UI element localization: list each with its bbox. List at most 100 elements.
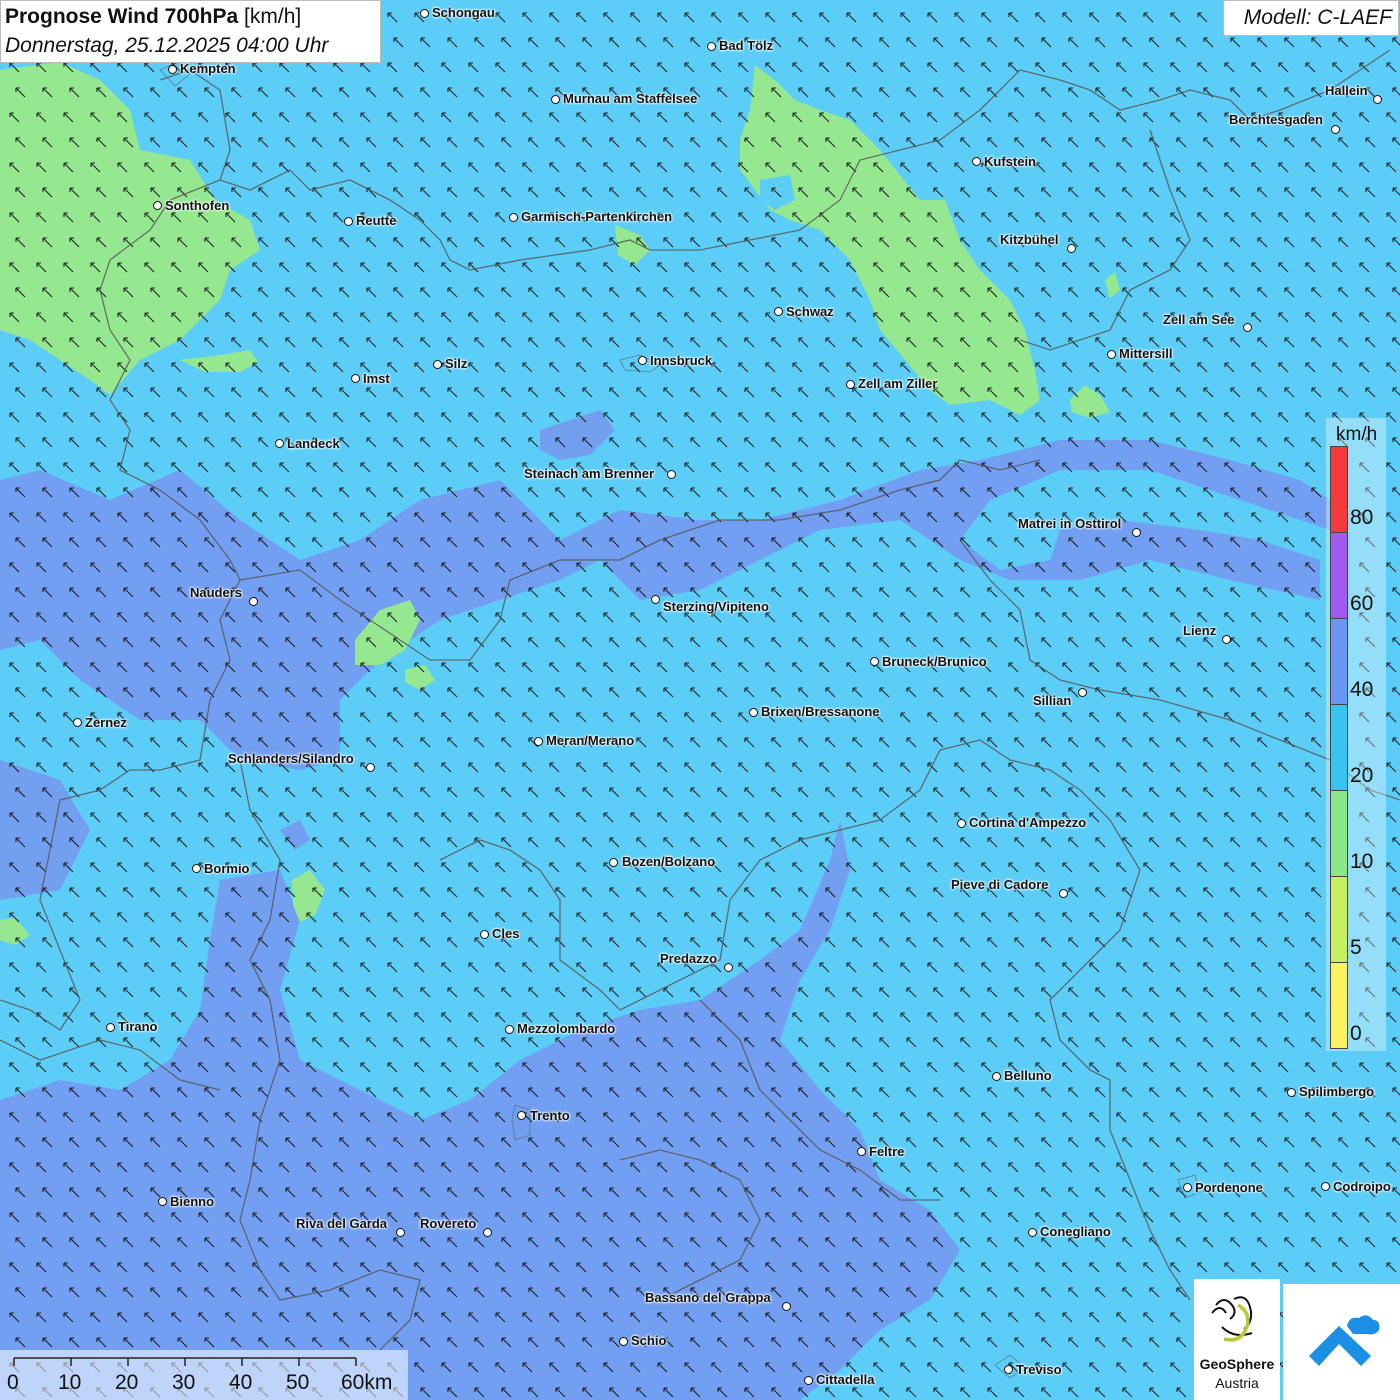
city-label: Schwaz (786, 304, 834, 319)
partner-logo[interactable] (1283, 1284, 1400, 1400)
city-marker (774, 307, 783, 316)
geosphere-name: GeoSphere (1199, 1356, 1275, 1372)
city-label: Cles (492, 926, 520, 941)
city-label: Bormio (204, 861, 250, 876)
scale-label: 50 (286, 1371, 310, 1394)
legend-swatch-80 (1330, 446, 1348, 533)
city-label: Belluno (1004, 1068, 1052, 1083)
city-label: Reutte (356, 213, 397, 228)
city-marker (1222, 635, 1231, 644)
city-marker (749, 708, 758, 717)
city-marker (1132, 528, 1141, 537)
city-marker (153, 201, 162, 210)
city-label: Garmisch-Partenkirchen (521, 209, 673, 224)
legend-label: 5 (1350, 936, 1362, 959)
city-marker (351, 374, 360, 383)
city-marker (158, 1197, 167, 1206)
city-label: Kitzbühel (1000, 232, 1059, 247)
city-label: Conegliano (1040, 1224, 1111, 1239)
city-marker (480, 930, 489, 939)
city-marker (619, 1337, 628, 1346)
city-label: Bad Tölz (719, 38, 774, 53)
city-marker (724, 963, 733, 972)
geosphere-icon (1211, 1296, 1253, 1342)
city-label: Sonthofen (165, 198, 230, 213)
city-marker (638, 356, 647, 365)
city-marker (534, 737, 543, 746)
city-label: Feltre (869, 1144, 905, 1159)
city-marker (957, 819, 966, 828)
city-label: Silz (445, 356, 468, 371)
legend-swatch-0 (1330, 962, 1348, 1049)
city-marker (1183, 1183, 1192, 1192)
city-label: Pordenone (1195, 1180, 1263, 1195)
city-label: Zernez (85, 715, 127, 730)
city-label: Riva del Garda (296, 1216, 388, 1231)
city-marker (1059, 889, 1068, 898)
city-label: Trento (530, 1108, 570, 1123)
city-label: Zell am Ziller (858, 376, 938, 391)
city-marker (609, 858, 618, 867)
city-label: Imst (363, 371, 390, 386)
city-marker (192, 864, 201, 873)
city-marker (73, 718, 82, 727)
city-label: Codroipo (1333, 1179, 1391, 1194)
city-label: Nauders (190, 585, 243, 600)
city-marker (275, 439, 284, 448)
model-name: Modell: C-LAEF (1243, 6, 1392, 29)
city-label: Schio (631, 1333, 667, 1348)
city-label: Lienz (1183, 623, 1217, 638)
city-marker (1243, 323, 1252, 332)
title-unit: [km/h] (244, 5, 302, 28)
city-marker (168, 65, 177, 74)
city-marker (667, 470, 676, 479)
legend-label: 80 (1350, 506, 1374, 529)
city-label: Steinach am Brenner (524, 466, 655, 481)
geosphere-logo[interactable]: GeoSphere Austria (1194, 1279, 1280, 1400)
city-marker (1107, 350, 1116, 359)
city-marker (1321, 1182, 1330, 1191)
city-label: Kufstein (984, 154, 1036, 169)
city-label: Zell am See (1163, 312, 1235, 327)
city-marker (992, 1072, 1001, 1081)
city-label: Sterzing/Vipiteno (663, 599, 769, 614)
city-label: Bassano del Grappa (645, 1290, 771, 1305)
city-label: Rovereto (420, 1216, 477, 1231)
city-label: Murnau am Staffelsee (563, 91, 698, 106)
city-marker (249, 597, 258, 606)
city-marker (505, 1025, 514, 1034)
city-marker (509, 213, 518, 222)
scale-label: 30 (172, 1371, 196, 1394)
city-marker (846, 380, 855, 389)
legend-swatch-10 (1330, 790, 1348, 877)
city-marker (1078, 688, 1087, 697)
city-marker (972, 157, 981, 166)
city-marker (1067, 244, 1076, 253)
city-marker (106, 1023, 115, 1032)
scale-label: 60km (341, 1371, 393, 1394)
mountain-cloud-icon (1309, 1315, 1380, 1366)
city-marker (517, 1111, 526, 1120)
city-marker (870, 657, 879, 666)
city-marker (1287, 1088, 1296, 1097)
map-title: Prognose Wind 700hPa [km/h] (5, 5, 301, 29)
city-marker (396, 1228, 405, 1237)
city-label: Treviso (1016, 1362, 1062, 1377)
city-marker (1373, 95, 1382, 104)
city-label: Schlanders/Silandro (228, 751, 354, 766)
title-panel: Prognose Wind 700hPa [km/h] Donnerstag, … (0, 0, 381, 63)
geosphere-subname: Austria (1215, 1375, 1259, 1391)
city-label: Hallein (1325, 83, 1368, 98)
city-label: Bruneck/Brunico (882, 654, 987, 669)
forecast-date: Donnerstag, 25.12.2025 04:00 Uhr (5, 34, 329, 57)
city-label: Tirano (118, 1019, 158, 1034)
city-label: Sillian (1033, 693, 1072, 708)
legend-swatch-40 (1330, 618, 1348, 705)
city-label: Meran/Merano (546, 733, 635, 748)
city-label: Pieve di Cadore (951, 877, 1049, 892)
city-label: Berchtesgaden (1229, 112, 1323, 127)
city-label: Matrei in Osttirol (1018, 516, 1122, 531)
scale-label: 0 (7, 1371, 19, 1394)
city-label: Kempten (180, 61, 236, 76)
city-label: Brixen/Bressanone (761, 704, 880, 719)
